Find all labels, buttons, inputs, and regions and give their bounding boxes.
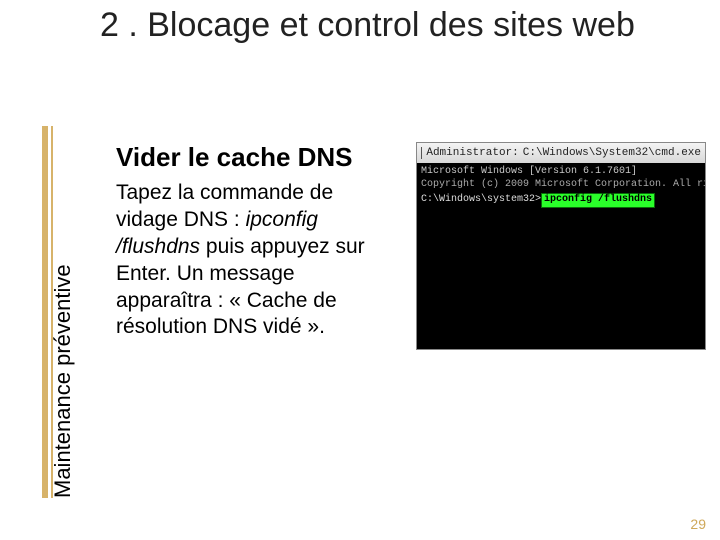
terminal-titlebar: Administrator: C:\Windows\System32\cmd.e…: [417, 143, 705, 163]
side-label: Maintenance préventive: [50, 264, 76, 498]
cmd-icon: [421, 147, 422, 159]
side-rail-bar: [42, 126, 48, 498]
terminal-line-1: Microsoft Windows [Version 6.1.7601]: [421, 166, 701, 179]
terminal-prompt-line: C:\Windows\system32>ipconfig /flushdns: [421, 193, 701, 208]
page-number: 29: [690, 516, 706, 532]
terminal-line-2: Copyright (c) 2009 Microsoft Corporation…: [421, 179, 701, 192]
terminal-title-path: C:\Windows\System32\cmd.exe: [523, 147, 701, 159]
terminal-title-prefix: Administrator:: [426, 147, 518, 159]
slide-title: 2 . Blocage et control des sites web: [100, 6, 680, 45]
terminal-prompt: C:\Windows\system32>: [421, 194, 541, 205]
terminal-command: ipconfig /flushdns: [541, 193, 655, 208]
section-subtitle: Vider le cache DNS: [116, 142, 353, 173]
terminal-window: Administrator: C:\Windows\System32\cmd.e…: [416, 142, 706, 350]
body-text: Tapez la commande de vidage DNS : ipconf…: [116, 180, 396, 341]
terminal-body: Microsoft Windows [Version 6.1.7601] Cop…: [417, 163, 705, 211]
